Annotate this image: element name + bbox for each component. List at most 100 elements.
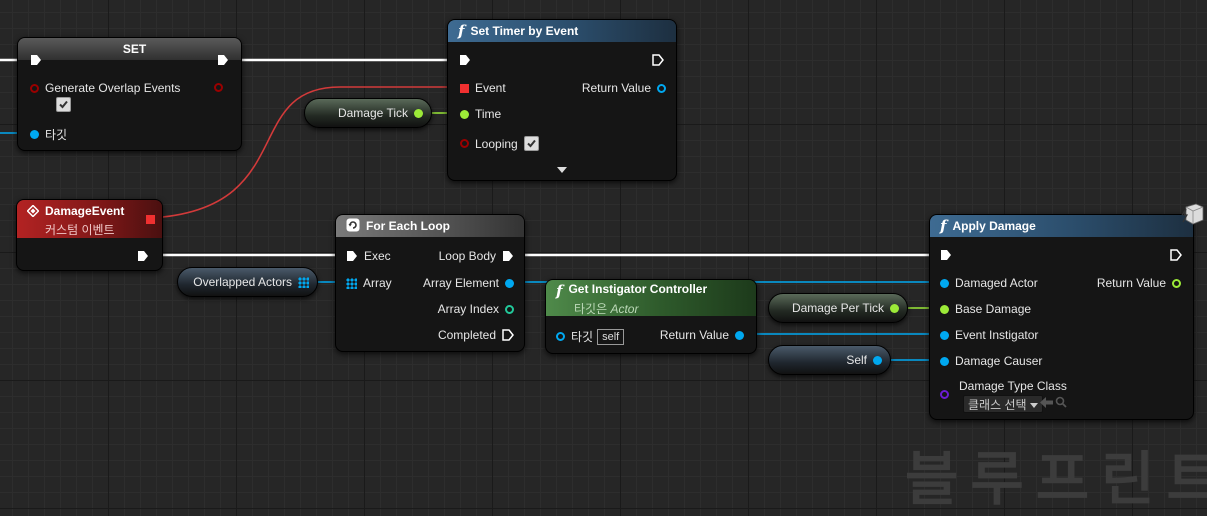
array-grid-icon[interactable]: [298, 276, 309, 288]
damage-event-subtitle: 커스텀 이벤트: [45, 223, 115, 237]
expand-dropdown-arrow-icon[interactable]: [556, 163, 568, 177]
search-icon[interactable]: [1055, 396, 1067, 411]
target-pin[interactable]: 타깃 self: [556, 328, 625, 345]
generate-overlap-events-pin[interactable]: Generate Overlap Events: [30, 81, 186, 95]
set-node[interactable]: SET Generate Overlap Events 타깃: [17, 37, 242, 151]
return-value-pin[interactable]: Return Value: [654, 328, 744, 342]
for-each-loop-node[interactable]: For Each Loop Exec Loop Body Array Array…: [335, 214, 525, 352]
exec-pin-icon[interactable]: [346, 250, 358, 262]
object-out-pin-icon[interactable]: [873, 355, 882, 365]
object-pin-icon[interactable]: [30, 130, 39, 139]
looping-pin[interactable]: Looping: [460, 136, 539, 151]
return-value-label: Return Value: [1096, 276, 1166, 290]
damaged-actor-label: Damaged Actor: [955, 276, 1038, 290]
target-pin-label: 타깃: [571, 330, 594, 344]
bool-out-pin-icon[interactable]: [214, 83, 223, 92]
event-instigator-pin[interactable]: Event Instigator: [940, 328, 1044, 342]
return-value-pin[interactable]: Return Value: [576, 81, 666, 95]
looping-checkbox-icon[interactable]: [523, 136, 539, 151]
exec-in-pin-icon[interactable]: [940, 249, 952, 261]
int-pin-icon[interactable]: [505, 304, 514, 314]
delegate-out-pin-icon[interactable]: [146, 215, 155, 224]
damage-per-tick-variable[interactable]: Damage Per Tick: [768, 293, 908, 323]
exec-out-pin-icon[interactable]: [217, 54, 229, 66]
subtitle-prefix: 타깃은: [574, 302, 608, 316]
function-icon: f: [458, 22, 465, 40]
exec-in-pin[interactable]: Exec: [346, 249, 397, 263]
for-each-header[interactable]: For Each Loop: [336, 215, 524, 237]
object-pin-icon[interactable]: [556, 332, 565, 341]
bool-pin-icon[interactable]: [460, 139, 469, 148]
event-pin-label: Event: [475, 81, 506, 95]
set-timer-title: Set Timer by Event: [470, 24, 579, 38]
time-pin[interactable]: Time: [460, 107, 507, 121]
dropdown-arrow-icon: [1029, 397, 1038, 411]
back-arrow-icon[interactable]: [1040, 397, 1053, 411]
array-grid-icon[interactable]: [346, 277, 357, 289]
float-pin-icon[interactable]: [460, 109, 469, 119]
generate-overlap-checkbox-icon[interactable]: [56, 97, 71, 112]
float-pin-icon[interactable]: [940, 304, 949, 314]
damage-causer-label: Damage Causer: [955, 354, 1043, 368]
completed-pin[interactable]: Completed: [432, 328, 514, 342]
object-pin-icon[interactable]: [940, 356, 949, 366]
exec-out-pin-icon[interactable]: [1170, 249, 1182, 261]
array-index-pin[interactable]: Array Index: [432, 302, 514, 316]
object-pin-icon[interactable]: [940, 330, 949, 340]
time-pin-label: Time: [475, 107, 502, 121]
array-element-pin[interactable]: Array Element: [417, 276, 514, 290]
blueprint-watermark: 블루프린트: [905, 445, 1207, 513]
exec-pin-icon[interactable]: [502, 329, 514, 341]
clock-server-icon: [1180, 203, 1204, 228]
damage-type-class-pin[interactable]: [940, 390, 949, 399]
apply-damage-header[interactable]: f Apply Damage: [930, 215, 1193, 237]
bool-pin-icon[interactable]: [30, 83, 39, 93]
float-out-pin-icon[interactable]: [890, 303, 899, 313]
float-out-pin-icon[interactable]: [414, 108, 423, 118]
self-label: Self: [846, 353, 867, 367]
function-icon: f: [940, 217, 947, 235]
apply-damage-node[interactable]: f Apply Damage Damaged Actor Return Valu…: [929, 214, 1194, 420]
target-pin[interactable]: 타깃: [30, 126, 73, 143]
delegate-pin-icon[interactable]: [460, 83, 469, 93]
array-pin[interactable]: Array: [346, 276, 398, 290]
overlapped-actors-variable[interactable]: Overlapped Actors: [177, 267, 318, 297]
struct-pin-icon[interactable]: [657, 83, 666, 93]
overlapped-actors-label: Overlapped Actors: [193, 275, 292, 289]
return-value-pin[interactable]: Return Value: [1091, 276, 1181, 290]
damaged-actor-pin[interactable]: Damaged Actor: [940, 276, 1044, 290]
set-timer-header[interactable]: f Set Timer by Event: [448, 20, 676, 42]
class-pin-icon[interactable]: [940, 390, 949, 399]
class-select-dropdown[interactable]: 클래스 선택: [963, 395, 1043, 413]
exec-out-pin-icon[interactable]: [137, 250, 149, 262]
array-element-label: Array Element: [422, 276, 499, 290]
object-pin-icon[interactable]: [505, 278, 514, 288]
damage-causer-pin[interactable]: Damage Causer: [940, 354, 1048, 368]
event-pin[interactable]: Event: [460, 81, 512, 95]
set-node-header[interactable]: SET: [18, 38, 241, 60]
event-diamond-icon: [26, 204, 40, 220]
get-instigator-title: Get Instigator Controller: [568, 282, 708, 296]
exec-in-pin-icon[interactable]: [459, 54, 471, 66]
damage-tick-variable[interactable]: Damage Tick: [304, 98, 432, 128]
loop-icon: [346, 218, 360, 235]
float-pin-icon[interactable]: [1172, 278, 1181, 288]
apply-damage-title: Apply Damage: [952, 219, 1036, 233]
object-pin-icon[interactable]: [735, 330, 744, 340]
exec-pin-icon[interactable]: [502, 250, 514, 262]
exec-out-pin-icon[interactable]: [652, 54, 664, 66]
base-damage-label: Base Damage: [955, 302, 1032, 316]
exec-in-pin-icon[interactable]: [30, 54, 42, 66]
base-damage-pin[interactable]: Base Damage: [940, 302, 1037, 316]
get-instigator-controller-node[interactable]: f Get Instigator Controller 타깃은 Actor 타깃…: [545, 279, 757, 354]
for-each-title: For Each Loop: [366, 219, 450, 233]
damage-event-node[interactable]: DamageEvent 커스텀 이벤트: [16, 199, 163, 271]
self-variable[interactable]: Self: [768, 345, 891, 375]
target-pin-label: 타깃: [45, 128, 68, 142]
damage-event-title: DamageEvent: [45, 204, 125, 218]
damage-event-header[interactable]: DamageEvent 커스텀 이벤트: [17, 200, 162, 238]
loop-body-pin[interactable]: Loop Body: [433, 249, 514, 263]
set-timer-node[interactable]: f Set Timer by Event Event Return Value …: [447, 19, 677, 181]
get-instigator-header[interactable]: f Get Instigator Controller 타깃은 Actor: [546, 280, 756, 316]
object-pin-icon[interactable]: [940, 278, 949, 288]
